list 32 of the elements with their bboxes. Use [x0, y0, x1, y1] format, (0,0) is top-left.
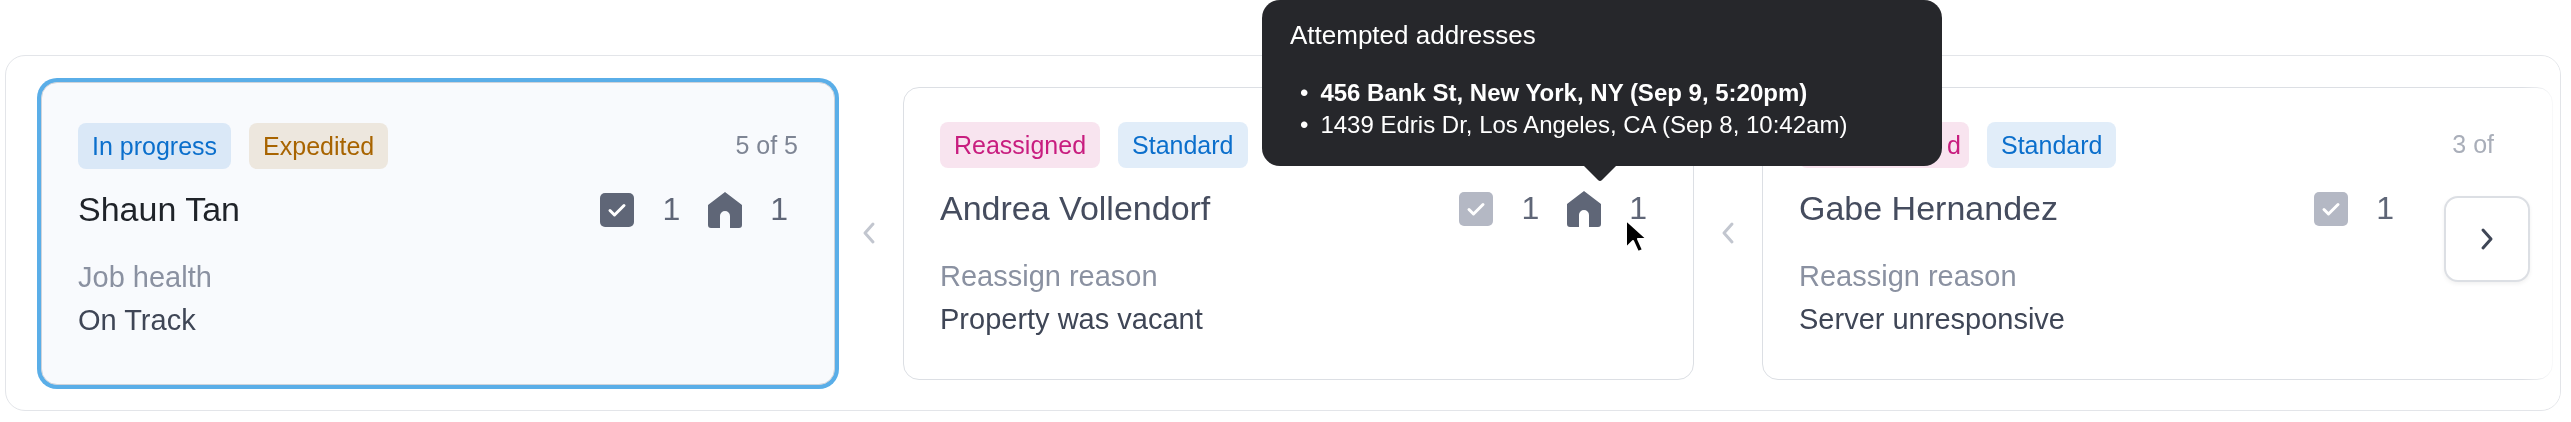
- status-tag: Expedited: [249, 122, 389, 169]
- count-label: 1: [662, 191, 681, 228]
- checkbox-icon: [2314, 191, 2349, 226]
- field-label: Reassign reason: [940, 259, 1159, 293]
- chevron-left-icon[interactable]: [862, 221, 876, 245]
- count-label: 1: [770, 191, 788, 228]
- status-tag: Standard: [1987, 121, 2117, 168]
- chevron-left-icon[interactable]: [1721, 221, 1735, 245]
- home-icon: [1567, 190, 1602, 227]
- status-tag: In progress: [78, 122, 232, 169]
- assignee-name: Gabe Hernandez: [1799, 189, 2058, 228]
- field-value: Property was vacant: [940, 302, 1204, 336]
- position-label: 5 of 5: [735, 131, 798, 160]
- field-label: Reassign reason: [1799, 259, 2018, 293]
- assignee-name: Andrea Vollendorf: [940, 189, 1211, 228]
- chevron-right-icon: [2480, 227, 2494, 251]
- status-tag: Standard: [1118, 121, 1248, 168]
- next-button[interactable]: [2444, 196, 2530, 282]
- assignee-name: Shaun Tan: [78, 190, 240, 229]
- count-label: 1: [1629, 190, 1647, 227]
- checkbox-icon: [600, 192, 635, 227]
- home-icon: [708, 191, 743, 228]
- field-label: Job health: [78, 260, 213, 294]
- field-value: Server unresponsive: [1799, 302, 2066, 336]
- status-tag: Reassigned: [940, 121, 1101, 168]
- tooltip-title: Attempted addresses: [1290, 20, 1537, 51]
- count-label: 1: [1521, 190, 1540, 227]
- checkbox-icon: [1459, 191, 1494, 226]
- position-label: 3 of: [2452, 130, 2495, 159]
- bullet: •: [1300, 110, 1309, 140]
- field-value: On Track: [78, 303, 197, 337]
- count-label: 1: [2376, 190, 2394, 227]
